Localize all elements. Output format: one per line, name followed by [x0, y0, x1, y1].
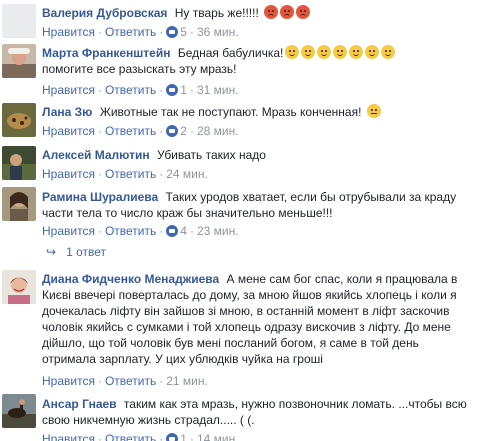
reply-button[interactable]: Ответить [105, 25, 156, 39]
timestamp[interactable]: 21 мин. [166, 374, 208, 388]
comment-author[interactable]: Диана Фидченко Менаджиева [42, 272, 219, 286]
reply-button[interactable]: Ответить [105, 167, 156, 181]
like-button[interactable]: Нравится [42, 83, 95, 97]
comment-text: Бедная бабуличка! [177, 46, 284, 60]
like-button[interactable]: Нравится [42, 374, 95, 388]
angry-face-icon [296, 5, 311, 19]
timestamp[interactable]: 31 мин. [197, 83, 239, 97]
laughing-face-icon [285, 45, 300, 59]
comment-text: Ну тварь же!!!!! [174, 6, 259, 20]
replies-count[interactable]: 1 ответ [66, 245, 106, 259]
laughing-face-icon [349, 45, 364, 59]
comment-author[interactable]: Валерия Дубровская [42, 6, 167, 20]
reply-button[interactable]: Ответить [105, 124, 156, 138]
reply-button[interactable]: Ответить [105, 432, 156, 441]
like-count[interactable]: 5 [180, 25, 187, 39]
avatar[interactable] [2, 146, 36, 180]
like-button[interactable]: Нравится [42, 224, 95, 238]
like-count[interactable]: 4 [180, 224, 187, 238]
timestamp[interactable]: 24 мин. [166, 167, 208, 181]
like-count-icon [166, 84, 179, 96]
comment-text: Животные так не поступают. Мразь конченн… [99, 105, 362, 119]
like-count-icon [166, 26, 179, 38]
reply-arrow-icon: ↪ [46, 245, 57, 259]
like-count[interactable]: 1 [180, 432, 187, 441]
like-count-icon [166, 225, 179, 237]
timestamp[interactable]: 28 мин. [197, 124, 239, 138]
timestamp[interactable]: 14 мин. [197, 432, 239, 441]
like-count[interactable]: 2 [180, 124, 187, 138]
laughing-face-icon [317, 45, 332, 59]
timestamp[interactable]: 36 мин. [197, 25, 239, 39]
comment-author[interactable]: Марта Франкенштейн [42, 46, 170, 60]
reply-button[interactable]: Ответить [105, 374, 156, 388]
reply-button[interactable]: Ответить [105, 83, 156, 97]
avatar[interactable] [2, 270, 36, 304]
avatar[interactable] [2, 44, 36, 78]
comment-text-line2: помогите все разыскать эту мразь! [42, 62, 237, 76]
comment-author[interactable]: Рамина Шуралиева [42, 190, 158, 204]
like-button[interactable]: Нравится [42, 167, 95, 181]
angry-face-icon [280, 5, 295, 19]
angry-face-icon [264, 5, 279, 19]
comment-author[interactable]: Лана Зю [42, 105, 92, 119]
view-replies-link[interactable]: ↪ 1 ответ [46, 245, 106, 259]
like-count[interactable]: 1 [180, 83, 187, 97]
reply-button[interactable]: Ответить [105, 224, 156, 238]
laughing-face-icon [333, 45, 348, 59]
comment-author[interactable]: Алексей Малютин [42, 148, 150, 162]
comment-text: Убивать таких надо [156, 148, 266, 162]
like-count-icon [166, 125, 179, 137]
comment-text: А мене сам бог спас, коли я працювала в … [42, 272, 458, 366]
annoyed-face-icon [366, 104, 381, 118]
avatar[interactable] [2, 103, 36, 137]
like-button[interactable]: Нравится [42, 432, 95, 441]
laughing-face-icon [381, 45, 396, 59]
avatar[interactable] [2, 187, 36, 221]
avatar[interactable] [2, 394, 36, 428]
timestamp[interactable]: 23 мин. [197, 224, 239, 238]
like-button[interactable]: Нравится [42, 124, 95, 138]
laughing-face-icon [301, 45, 316, 59]
like-count-icon [166, 433, 179, 441]
avatar[interactable] [2, 4, 36, 38]
laughing-face-icon [365, 45, 380, 59]
like-button[interactable]: Нравится [42, 25, 95, 39]
comment-author[interactable]: Ансар Гнаев [42, 397, 117, 411]
